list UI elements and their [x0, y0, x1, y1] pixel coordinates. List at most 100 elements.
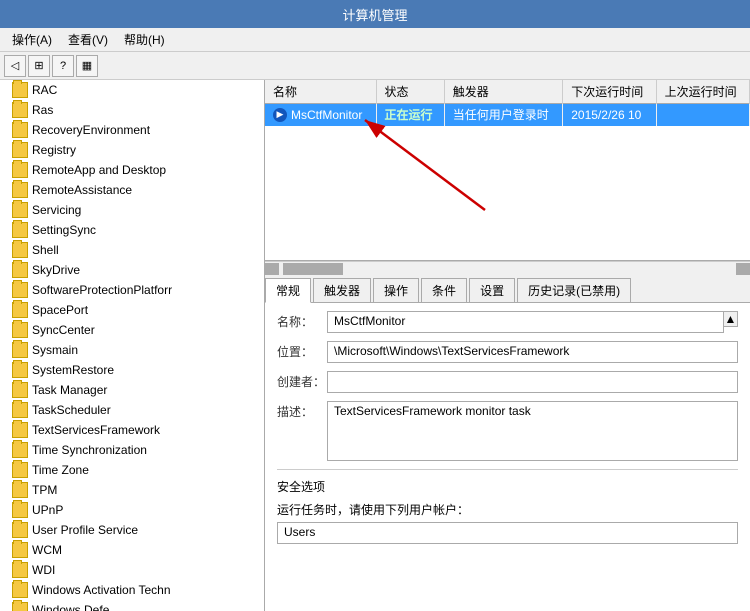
folder-icon [12, 222, 28, 238]
folder-icon [12, 402, 28, 418]
tab-trigger[interactable]: 触发器 [313, 278, 371, 302]
tree-item-windowsdef[interactable]: Windows Defe... [0, 600, 264, 611]
security-section: 安全选项 运行任务时，请使用下列用户帐户： Users [277, 469, 738, 544]
folder-icon [12, 182, 28, 198]
details-content: 名称： MsCtfMonitor ▲ 位置： \Microsoft\Window… [265, 303, 750, 611]
tree-item-wdi[interactable]: WDI [0, 560, 264, 580]
tree-item-remoteapp[interactable]: RemoteApp and Desktop [0, 160, 264, 180]
author-value [327, 371, 738, 393]
folder-icon [12, 142, 28, 158]
desc-value: TextServicesFramework monitor task [327, 401, 738, 461]
folder-icon [12, 482, 28, 498]
tree-item-taskmanager[interactable]: Task Manager [0, 380, 264, 400]
name-label: 名称： [277, 311, 327, 330]
folder-icon [12, 582, 28, 598]
folder-icon [12, 362, 28, 378]
tab-action[interactable]: 操作 [373, 278, 419, 302]
tree-item-ras[interactable]: Ras [0, 100, 264, 120]
tree-item-timesync[interactable]: Time Synchronization [0, 440, 264, 460]
folder-icon [12, 122, 28, 138]
tree-item-softwareprot[interactable]: SoftwareProtectionPlatforr [0, 280, 264, 300]
location-label: 位置： [277, 341, 327, 360]
task-indicator: ▶ [273, 108, 287, 122]
folder-icon [12, 442, 28, 458]
toolbar-btn-3[interactable]: ? [52, 55, 74, 77]
task-lastrun-cell [656, 104, 749, 126]
folder-icon [12, 282, 28, 298]
tab-condition[interactable]: 条件 [421, 278, 467, 302]
folder-icon [12, 242, 28, 258]
tree-item-spaceport[interactable]: SpacePort [0, 300, 264, 320]
tree-item-shell[interactable]: Shell [0, 240, 264, 260]
folder-icon [12, 422, 28, 438]
toolbar-btn-2[interactable]: ⊞ [28, 55, 50, 77]
folder-icon [12, 162, 28, 178]
tree-item-textservices[interactable]: TextServicesFramework [0, 420, 264, 440]
horizontal-scrollbar[interactable] [265, 261, 750, 275]
tree-item-tpm[interactable]: TPM [0, 480, 264, 500]
task-nextrun-cell: 2015/2/26 10 [563, 104, 656, 126]
folder-icon [12, 102, 28, 118]
app-title: 计算机管理 [342, 5, 407, 24]
tree-item-taskscheduler[interactable]: TaskScheduler [0, 400, 264, 420]
col-status: 状态 [376, 80, 444, 104]
author-label: 创建者： [277, 371, 327, 390]
security-run-row: Users [277, 522, 738, 544]
tree-item-rac[interactable]: RAC [0, 80, 264, 100]
col-nextrun: 下次运行时间 [563, 80, 656, 104]
security-run-value: Users [277, 522, 738, 544]
toolbar-btn-1[interactable]: ◁ [4, 55, 26, 77]
folder-icon [12, 202, 28, 218]
tree-item-systemrestore[interactable]: SystemRestore [0, 360, 264, 380]
detail-desc-row: 描述： TextServicesFramework monitor task [277, 401, 738, 461]
task-trigger-cell: 当任何用户登录时 [444, 104, 563, 126]
folder-icon [12, 522, 28, 538]
desc-label: 描述： [277, 401, 327, 420]
main-layout: RAC Ras RecoveryEnvironment Registry Rem… [0, 80, 750, 611]
toolbar: ◁ ⊞ ? ▦ [0, 52, 750, 80]
tree-item-sysmain[interactable]: Sysmain [0, 340, 264, 360]
name-scrollbar[interactable]: ▲ [724, 311, 738, 327]
folder-icon [12, 602, 28, 611]
menu-help[interactable]: 帮助(H) [116, 29, 173, 50]
tree-item-registry[interactable]: Registry [0, 140, 264, 160]
detail-location-row: 位置： \Microsoft\Windows\TextServicesFrame… [277, 341, 738, 363]
folder-icon [12, 542, 28, 558]
table-row[interactable]: ▶ MsCtfMonitor 正在运行 当任何用户登录时 2015/2/26 1… [265, 104, 750, 126]
folder-icon [12, 262, 28, 278]
menu-action[interactable]: 操作(A) [4, 29, 60, 50]
col-trigger: 触发器 [444, 80, 563, 104]
tree-item-recoveryenv[interactable]: RecoveryEnvironment [0, 120, 264, 140]
col-lastrun: 上次运行时间 [656, 80, 749, 104]
tree-item-remoteassist[interactable]: RemoteAssistance [0, 180, 264, 200]
tree-item-settingsync[interactable]: SettingSync [0, 220, 264, 240]
detail-author-row: 创建者： [277, 371, 738, 393]
tabs-bar: 常规 触发器 操作 条件 设置 历史记录(已禁用) [265, 275, 750, 303]
left-tree-panel: RAC Ras RecoveryEnvironment Registry Rem… [0, 80, 265, 611]
running-status-badge: 正在运行 [385, 108, 433, 122]
menu-view[interactable]: 查看(V) [60, 29, 116, 50]
right-panel: 名称 状态 触发器 下次运行时间 上次运行时间 ▶ Ms [265, 80, 750, 611]
tree-item-upnp[interactable]: UPnP [0, 500, 264, 520]
tree-item-winactivation[interactable]: Windows Activation Techn [0, 580, 264, 600]
folder-icon [12, 322, 28, 338]
tree-item-skydrive[interactable]: SkyDrive [0, 260, 264, 280]
folder-icon [12, 82, 28, 98]
tree-item-wcm[interactable]: WCM [0, 540, 264, 560]
title-bar: 计算机管理 [0, 0, 750, 28]
tab-settings[interactable]: 设置 [469, 278, 515, 302]
details-area: 常规 触发器 操作 条件 设置 历史记录(已禁用) 名称： MsCtfMonit… [265, 275, 750, 611]
col-name: 名称 [265, 80, 376, 104]
name-value: MsCtfMonitor [327, 311, 724, 333]
tree-item-timezone[interactable]: Time Zone [0, 460, 264, 480]
task-status-cell: 正在运行 [376, 104, 444, 126]
tab-history[interactable]: 历史记录(已禁用) [517, 278, 631, 302]
tree-item-userprofile[interactable]: User Profile Service [0, 520, 264, 540]
folder-icon [12, 462, 28, 478]
tree-item-servicing[interactable]: Servicing [0, 200, 264, 220]
folder-icon [12, 342, 28, 358]
tree-item-synccenter[interactable]: SyncCenter [0, 320, 264, 340]
task-table: 名称 状态 触发器 下次运行时间 上次运行时间 ▶ Ms [265, 80, 750, 126]
tab-general[interactable]: 常规 [265, 278, 311, 303]
toolbar-btn-4[interactable]: ▦ [76, 55, 98, 77]
